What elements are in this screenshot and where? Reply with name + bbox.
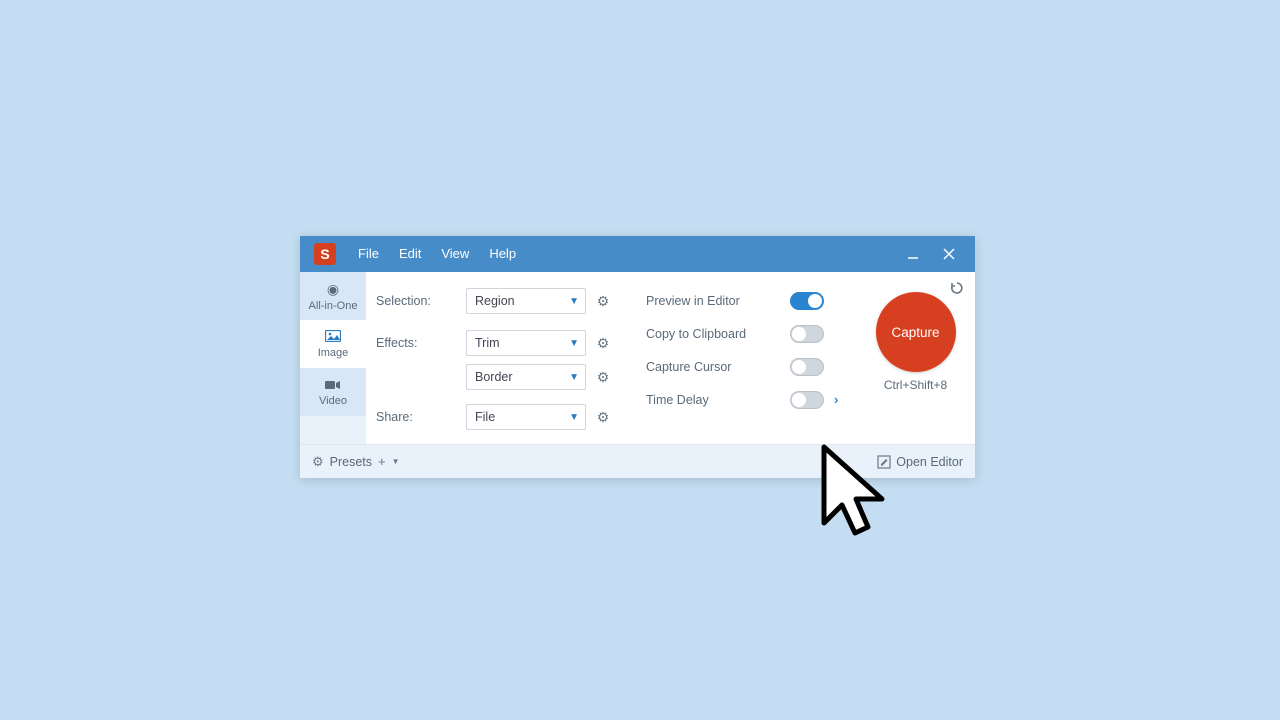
effect1-settings-button[interactable]: ⚙ [594,330,612,356]
selection-dropdown[interactable]: Region ▼ [466,288,586,314]
close-icon [943,248,955,260]
chevron-down-icon: ▼ [569,296,579,307]
undo-icon [949,280,965,296]
clipboard-row: Copy to Clipboard › [646,317,846,350]
chevron-down-icon: ▼ [569,338,579,349]
selection-row: Selection: Region ▼ ⚙ [376,284,626,318]
clipboard-toggle[interactable] [790,325,824,343]
minimize-button[interactable] [895,236,931,272]
cursor-row: Capture Cursor › [646,350,846,383]
window-body: ◉ All-in-One Image Video Selection [300,272,975,444]
image-icon [325,329,341,345]
tab-label: Image [318,347,349,359]
cursor-toggle[interactable] [790,358,824,376]
menu-file[interactable]: File [348,236,389,272]
menu-view[interactable]: View [431,236,479,272]
effects-row-2: Border ▼ ⚙ [466,360,626,394]
selection-settings-button[interactable]: ⚙ [594,288,612,314]
reset-button[interactable] [949,280,965,301]
menu-edit[interactable]: Edit [389,236,431,272]
gear-icon: ⚙ [597,369,610,386]
target-icon: ◉ [327,281,339,298]
title-bar: S File Edit View Help [300,236,975,272]
effect-dropdown-1[interactable]: Trim ▼ [466,330,586,356]
options-column: Selection: Region ▼ ⚙ Effects: Trim ▼ ⚙ [376,284,626,434]
chevron-down-icon[interactable]: ▼ [392,457,400,466]
capture-label: Capture [891,325,939,340]
add-preset-button[interactable]: + [378,454,386,469]
capture-column: Capture Ctrl+Shift+8 [866,284,965,434]
dropdown-value: Border [475,370,569,384]
toggle-label: Capture Cursor [646,360,780,374]
video-icon [325,377,341,393]
toggle-label: Copy to Clipboard [646,327,780,341]
toggles-column: Preview in Editor › Copy to Clipboard › … [646,284,846,434]
gear-icon: ⚙ [597,335,610,352]
tab-label: All-in-One [309,300,358,312]
tab-all-in-one[interactable]: ◉ All-in-One [300,272,366,320]
dropdown-value: Trim [475,336,569,350]
delay-expand-button[interactable]: › [834,392,846,407]
tab-label: Video [319,395,347,407]
app-logo-icon: S [314,243,336,265]
gear-icon: ⚙ [597,409,610,426]
delay-toggle[interactable] [790,391,824,409]
share-dropdown[interactable]: File ▼ [466,404,586,430]
presets-button[interactable]: Presets [330,455,372,469]
capture-button[interactable]: Capture [876,292,956,372]
open-editor-button[interactable]: Open Editor [877,455,963,469]
capture-type-tabs: ◉ All-in-One Image Video [300,272,366,444]
delay-row: Time Delay › [646,383,846,416]
tab-image[interactable]: Image [300,320,366,368]
toggle-label: Time Delay [646,393,780,407]
open-editor-label: Open Editor [896,455,963,469]
chevron-down-icon: ▼ [569,372,579,383]
chevron-down-icon: ▼ [569,412,579,423]
effect-dropdown-2[interactable]: Border ▼ [466,364,586,390]
share-label: Share: [376,410,458,424]
effects-label: Effects: [376,336,458,350]
preview-row: Preview in Editor › [646,284,846,317]
edit-icon [877,455,891,469]
gear-icon: ⚙ [597,293,610,310]
tab-video[interactable]: Video [300,368,366,416]
close-button[interactable] [931,236,967,272]
app-window: S File Edit View Help ◉ All-in-One Image [300,236,975,478]
toggle-label: Preview in Editor [646,294,780,308]
preview-toggle[interactable] [790,292,824,310]
footer-bar: ⚙ Presets + ▼ Open Editor [300,444,975,478]
settings-panel: Selection: Region ▼ ⚙ Effects: Trim ▼ ⚙ [366,272,975,444]
share-row: Share: File ▼ ⚙ [376,400,626,434]
menu-help[interactable]: Help [479,236,526,272]
dropdown-value: File [475,410,569,424]
gear-icon: ⚙ [312,454,324,470]
selection-label: Selection: [376,294,458,308]
effect2-settings-button[interactable]: ⚙ [594,364,612,390]
dropdown-value: Region [475,294,569,308]
share-settings-button[interactable]: ⚙ [594,404,612,430]
capture-hotkey: Ctrl+Shift+8 [866,378,965,392]
effects-row: Effects: Trim ▼ ⚙ [376,326,626,360]
minimize-icon [907,248,919,260]
